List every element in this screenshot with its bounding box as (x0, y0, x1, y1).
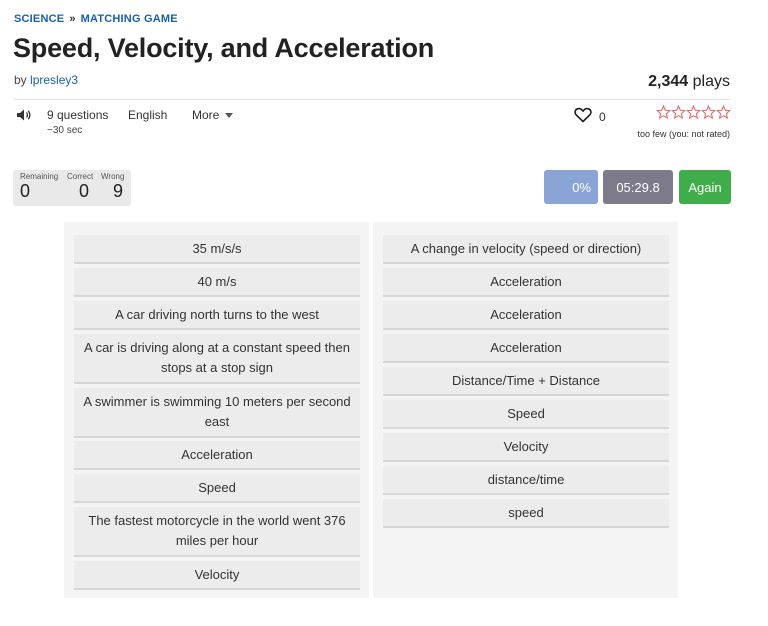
left-tile[interactable]: Velocity (74, 561, 360, 590)
left-tile[interactable]: Acceleration (74, 441, 360, 470)
heart-icon[interactable] (574, 107, 592, 123)
breadcrumb-separator: » (69, 13, 76, 25)
progress-indicator: 0% (544, 170, 598, 204)
left-tile[interactable]: Speed (74, 474, 360, 503)
left-tile[interactable]: A car driving north turns to the west (74, 301, 360, 330)
right-tile[interactable]: Velocity (383, 433, 669, 462)
star-outline-icon[interactable] (701, 105, 716, 120)
right-tile[interactable]: Distance/Time + Distance (383, 367, 669, 396)
right-tile[interactable]: distance/time (383, 466, 669, 495)
wrong-value: 9 (113, 181, 124, 201)
right-tile[interactable]: Acceleration (383, 268, 669, 297)
left-tile[interactable]: 40 m/s (74, 268, 360, 297)
star-outline-icon[interactable] (671, 105, 686, 120)
duration: ~30 sec (47, 125, 83, 136)
breadcrumb-science-link[interactable]: SCIENCE (14, 13, 64, 25)
wrong-column: Wrong 9 (101, 172, 124, 201)
star-outline-icon[interactable] (686, 105, 701, 120)
left-column: 35 m/s/s 40 m/s A car driving north turns … (64, 222, 369, 598)
star-outline-icon[interactable] (716, 105, 731, 120)
remaining-value: 0 (20, 181, 31, 201)
star-outline-icon[interactable] (656, 105, 671, 120)
speaker-icon[interactable] (16, 108, 32, 122)
wrong-label: Wrong (101, 172, 125, 181)
plays-number: 2,344 (648, 73, 689, 90)
caret-down-icon (225, 113, 234, 119)
plays-label: plays (692, 73, 730, 90)
score-box: Remaining 0 Correct 0 Wrong 9 (13, 170, 131, 206)
left-tile[interactable]: A car is driving along at a constant spe… (74, 334, 360, 384)
byline-prefix: by (14, 73, 27, 87)
language: English (128, 108, 168, 122)
left-tile[interactable]: The fastest motorcycle in the world went… (74, 507, 360, 557)
again-button[interactable]: Again (679, 170, 731, 204)
divider (14, 99, 731, 100)
left-tile[interactable]: A swimmer is swimming 10 meters per seco… (74, 388, 360, 438)
breadcrumb-matching-game-link[interactable]: MATCHING GAME (81, 13, 178, 25)
remaining-column: Remaining 0 (20, 172, 58, 201)
right-tile[interactable]: Acceleration (383, 334, 669, 363)
right-tile[interactable]: Speed (383, 400, 669, 429)
right-tile[interactable]: A change in velocity (speed or direction… (383, 235, 669, 264)
byline: by lpresley3 (14, 73, 78, 87)
right-column: A change in velocity (speed or direction… (373, 222, 678, 598)
breadcrumb: SCIENCE » MATCHING GAME (14, 13, 178, 25)
correct-value: 0 (79, 181, 90, 201)
matching-board: 35 m/s/s 40 m/s A car driving north turns … (64, 222, 678, 598)
correct-column: Correct 0 (67, 172, 93, 201)
left-tile[interactable]: 35 m/s/s (74, 235, 360, 264)
right-tile[interactable]: Acceleration (383, 301, 669, 330)
right-tile[interactable]: speed (383, 499, 669, 528)
more-dropdown[interactable]: More (192, 108, 234, 122)
plays-count: 2,344 plays (648, 73, 730, 91)
timer: 05:29.8 (603, 170, 673, 204)
star-rating[interactable] (656, 105, 731, 120)
correct-label: Correct (67, 172, 94, 181)
question-count: 9 questions (47, 108, 109, 122)
page-title: Speed, Velocity, and Acceleration (13, 33, 435, 63)
rating-note: too few (you: not rated) (637, 129, 730, 139)
remaining-label: Remaining (20, 172, 59, 181)
author-link[interactable]: lpresley3 (30, 73, 78, 87)
more-label: More (192, 108, 220, 122)
favorite-count: 0 (599, 110, 606, 124)
